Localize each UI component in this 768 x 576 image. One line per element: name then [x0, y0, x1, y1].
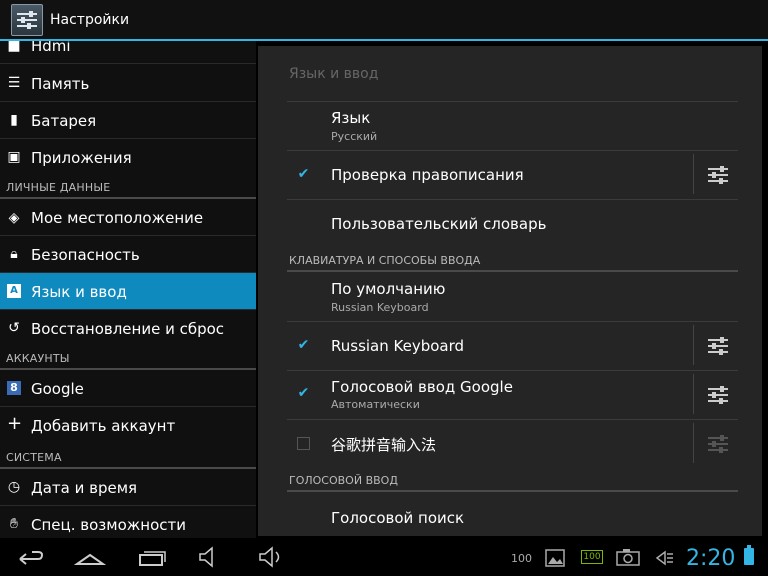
signal-text: 100: [511, 552, 532, 565]
storage-icon: ☰: [7, 75, 21, 91]
system-bar: [0, 538, 768, 576]
sidebar-item-storage[interactable]: ☰ Память: [0, 65, 256, 102]
clock-icon: ◷: [7, 479, 21, 495]
sidebar-item-label: Hdmi: [31, 41, 71, 55]
sidebar-item-accessibility[interactable]: ✋︎ Спец. возможности: [0, 506, 256, 538]
section-header-personal: ЛИЧНЫЕ ДАННЫЕ: [6, 181, 111, 194]
user-dictionary-row[interactable]: Пользовательский словарь: [331, 215, 546, 233]
battery-icon: ▮: [10, 112, 18, 128]
sidebar-item-label: Язык и ввод: [31, 283, 127, 301]
volume-up-icon[interactable]: [256, 544, 286, 570]
divider: [287, 321, 738, 322]
divider: [693, 325, 694, 365]
apps-icon: ▣: [7, 149, 21, 165]
row-title: Язык: [331, 109, 371, 127]
divider: [693, 154, 694, 194]
russian-keyboard-checkbox[interactable]: ✔: [297, 338, 310, 352]
hdmi-icon: ■: [7, 41, 21, 54]
battery-status-icon: [744, 545, 754, 565]
sidebar-item-label: Восстановление и сброс: [31, 320, 225, 338]
row-title: По умолчанию: [331, 280, 446, 298]
keyboard-section-header: КЛАВИАТУРА И СПОСОБЫ ВВОДА: [289, 254, 481, 267]
action-bar: Настройки: [0, 0, 768, 41]
sidebar-item-label: Добавить аккаунт: [31, 417, 176, 435]
location-icon: ◈: [8, 210, 20, 226]
divider: [693, 423, 694, 463]
divider: [287, 150, 738, 151]
hand-icon: ✋︎: [10, 516, 18, 532]
section-header-accounts: АККАУНТЫ: [6, 352, 70, 365]
divider: [287, 370, 738, 371]
divider: [287, 199, 738, 200]
usb-debug-icon: [655, 550, 673, 566]
app-title: Настройки: [50, 12, 130, 28]
section-divider: [287, 490, 738, 492]
voice-section-header: ГОЛОСОВОЙ ВВОД: [289, 474, 398, 487]
sidebar-item-security[interactable]: 🔒︎ Безопасность: [0, 236, 256, 273]
pinyin-checkbox[interactable]: [297, 437, 310, 450]
divider: [287, 101, 738, 102]
google-voice-settings-icon[interactable]: [708, 386, 728, 404]
sidebar-item-label: Приложения: [31, 149, 132, 167]
gallery-icon: [545, 549, 565, 567]
google-voice-checkbox[interactable]: ✔: [297, 386, 310, 400]
clock: 2:20: [686, 546, 736, 571]
sidebar-item-label: Дата и время: [31, 479, 138, 497]
sidebar-item-label: Батарея: [31, 112, 97, 130]
google-icon: 8: [7, 381, 21, 395]
voice-search-row[interactable]: Голосовой поиск: [331, 509, 464, 527]
sidebar-item-label: Мое местоположение: [31, 209, 204, 227]
reset-icon: ↺: [8, 320, 20, 336]
sidebar-item-reset[interactable]: ↺ Восстановление и сброс: [0, 310, 256, 346]
russian-keyboard-settings-icon[interactable]: [708, 337, 728, 355]
sidebar-item-label: Спец. возможности: [31, 516, 186, 534]
language-icon: A: [7, 284, 21, 298]
row-title: Проверка правописания: [331, 166, 524, 184]
section-header-system: СИСТЕМА: [6, 451, 62, 464]
language-input-panel: Язык и ввод Язык Русский ✔ Проверка прав…: [258, 46, 762, 536]
sidebar-item-battery[interactable]: ▮ Батарея: [0, 102, 256, 139]
sidebar-item-language[interactable]: A Язык и ввод: [0, 273, 256, 310]
row-value: Русский: [331, 130, 378, 143]
sidebar-item-label: Безопасность: [31, 246, 140, 264]
sidebar-item-location[interactable]: ◈ Мое местоположение: [0, 199, 256, 236]
settings-app-icon[interactable]: [11, 4, 43, 36]
row-value: Russian Keyboard: [331, 301, 429, 314]
sidebar-item-hdmi[interactable]: ■ Hdmi: [0, 41, 256, 64]
spellcheck-checkbox[interactable]: ✔: [297, 167, 310, 181]
plus-icon: +: [7, 413, 23, 434]
sidebar-item-google[interactable]: 8 Google: [0, 370, 256, 407]
battery-level-badge: 100: [581, 550, 603, 564]
pinyin-settings-icon: [708, 435, 728, 453]
row-value: Автоматически: [331, 398, 420, 411]
row-title: Голосовой ввод Google: [331, 378, 513, 396]
home-icon[interactable]: [74, 544, 106, 570]
sidebar-item-date-time[interactable]: ◷ Дата и время: [0, 469, 256, 506]
sidebar-item-apps[interactable]: ▣ Приложения: [0, 139, 256, 175]
lock-icon: 🔒︎: [10, 246, 18, 262]
spellcheck-settings-icon[interactable]: [708, 166, 728, 184]
panel-title: Язык и ввод: [289, 66, 379, 82]
sidebar-item-label: Память: [31, 75, 90, 93]
section-divider: [287, 270, 738, 272]
camera-icon: [616, 549, 640, 566]
back-icon[interactable]: [14, 544, 46, 570]
recent-apps-icon[interactable]: [136, 544, 168, 570]
divider: [287, 419, 738, 420]
sidebar: ■ Hdmi ☰ Память ▮ Батарея ▣ Приложения Л…: [0, 41, 256, 538]
volume-down-icon[interactable]: [196, 544, 226, 570]
sidebar-item-add-account[interactable]: + Добавить аккаунт: [0, 407, 256, 444]
row-title: 谷歌拼音输入法: [331, 436, 437, 454]
sidebar-item-label: Google: [31, 380, 84, 398]
divider: [693, 374, 694, 414]
row-title: Russian Keyboard: [331, 337, 465, 355]
